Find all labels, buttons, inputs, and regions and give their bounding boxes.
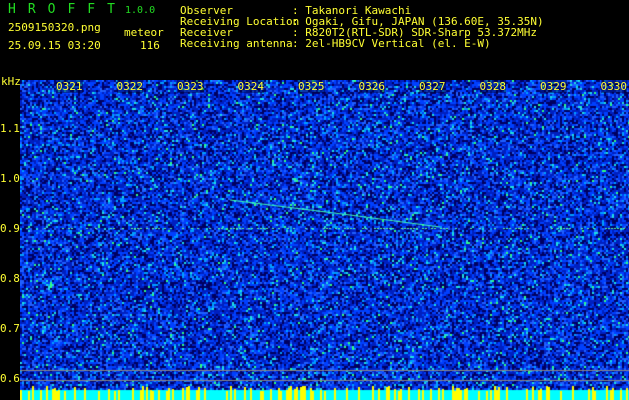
- y-tick-label: 1.1: [0, 122, 20, 135]
- app-title: HROFFT: [8, 2, 127, 17]
- y-tick-label: 0.7: [0, 322, 20, 335]
- info-label: Receiving antenna: [180, 37, 293, 50]
- x-tick-label: 0326: [358, 80, 385, 93]
- y-tick-label: 0.9: [0, 222, 20, 235]
- x-tick-label: 0321: [56, 80, 83, 93]
- x-tick-label: 0328: [479, 80, 506, 93]
- meteor-label: meteor: [124, 26, 164, 39]
- x-tick-label: 0325: [298, 80, 325, 93]
- y-tick-label: 0.6: [0, 372, 20, 385]
- spectrogram: [20, 80, 629, 400]
- app-version: 1.0.0: [125, 5, 156, 16]
- x-tick-label: 0322: [116, 80, 143, 93]
- x-tick-label: 0327: [419, 80, 446, 93]
- y-tick-label: 0.8: [0, 272, 20, 285]
- x-tick-label: 0323: [177, 80, 204, 93]
- x-tick-label: 0324: [237, 80, 264, 93]
- file-datetime: 25.09.15 03:20: [8, 39, 101, 52]
- x-tick-label: 0329: [540, 80, 567, 93]
- y-unit-label: kHz: [1, 75, 21, 88]
- meteor-count: 116: [140, 39, 160, 52]
- file-name: 2509150320.png: [8, 21, 101, 34]
- y-tick-label: 1.0: [0, 172, 20, 185]
- info-value: : 2el-HB9CV Vertical (el. E-W): [292, 37, 491, 50]
- x-tick-label: 0330: [600, 80, 627, 93]
